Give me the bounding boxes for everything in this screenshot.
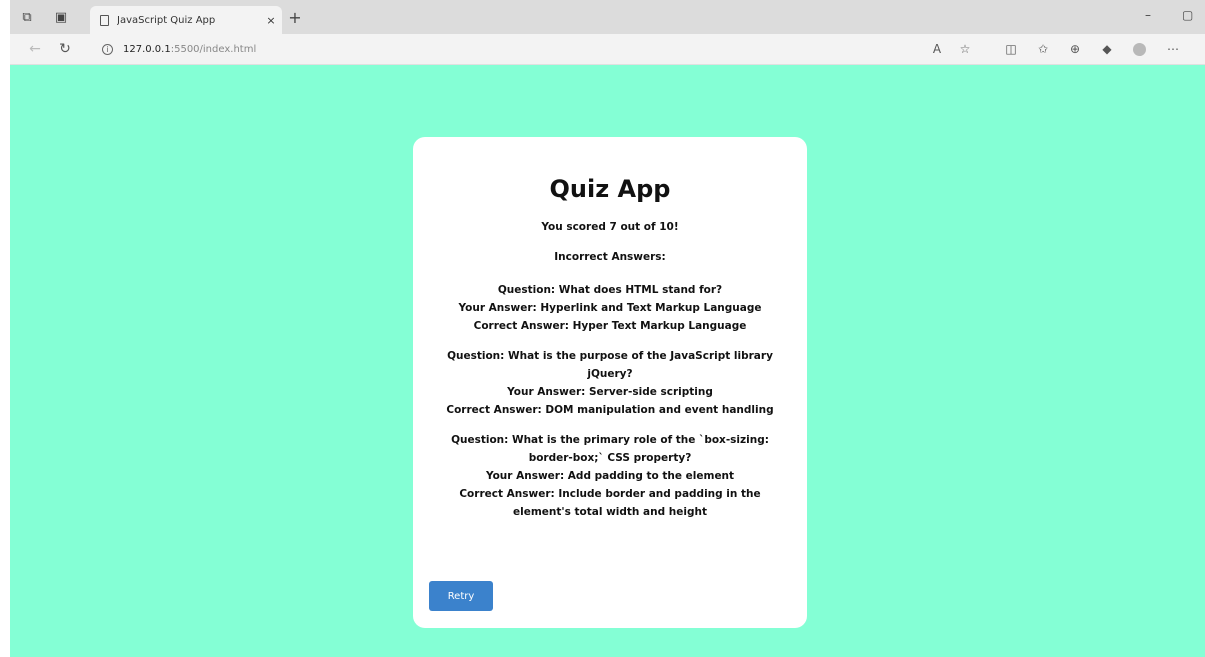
tab-bar: ⧉ ▣ JavaScript Quiz App × + – ▢ [10,0,1205,34]
incorrect-answer-item: Question: What does HTML stand for? Your… [429,281,791,335]
favorite-star-icon[interactable]: ☆ [956,40,974,58]
site-info-icon[interactable]: i [102,43,113,55]
address-bar: ← ↻ i 127.0.0.1:5500/index.html A ☆ ◫ ✩ … [10,34,1205,65]
page-icon [100,14,109,26]
correct-answer-text: Correct Answer: Hyper Text Markup Langua… [473,320,747,332]
your-answer-text: Your Answer: Hyperlink and Text Markup L… [458,302,762,314]
page-viewport: Quiz App You scored 7 out of 10! Incorre… [10,65,1205,657]
profile-avatar[interactable] [1130,40,1148,58]
extension-icon[interactable]: ◆ [1098,40,1116,58]
url-path: :5500/index.html [170,43,257,55]
tab-close-icon[interactable]: × [260,14,282,27]
question-text: Question: What is the primary role of th… [451,434,769,464]
refresh-icon[interactable]: ↻ [56,40,74,58]
correct-answer-text: Correct Answer: Include border and paddi… [459,488,761,518]
correct-answer-text: Correct Answer: DOM manipulation and eve… [446,404,774,416]
tab-quiz-app[interactable]: JavaScript Quiz App × [90,6,282,34]
favorites-icon[interactable]: ✩ [1034,40,1052,58]
your-answer-text: Your Answer: Server-side scripting [507,386,713,398]
retry-button[interactable]: Retry [429,581,493,611]
your-answer-text: Your Answer: Add padding to the element [485,470,735,482]
read-aloud-icon[interactable]: A [928,40,946,58]
question-text: Question: What is the purpose of the Jav… [447,350,773,380]
back-arrow-icon[interactable]: ← [26,40,44,58]
tab-actions-icon[interactable]: ▣ [52,8,70,26]
score-text: You scored 7 out of 10! [541,221,679,233]
incorrect-answer-item: Question: What is the primary role of th… [429,431,791,521]
quiz-card: Quiz App You scored 7 out of 10! Incorre… [413,137,807,628]
more-options-icon[interactable]: ⋯ [1164,40,1182,58]
url-host: 127.0.0.1 [123,43,171,55]
minimize-icon[interactable]: – [1145,8,1151,22]
question-text: Question: What does HTML stand for? [497,284,723,296]
restore-icon[interactable]: ▢ [1182,8,1193,22]
url-field[interactable]: i 127.0.0.1:5500/index.html [102,40,256,58]
page-title: Quiz App [549,175,671,203]
split-screen-icon[interactable]: ◫ [1002,40,1020,58]
incorrect-answer-item: Question: What is the purpose of the Jav… [429,347,791,419]
new-tab-button[interactable]: + [285,8,305,27]
browser-window: ⧉ ▣ JavaScript Quiz App × + – ▢ ← ↻ i 12… [10,0,1205,657]
tab-title: JavaScript Quiz App [117,14,216,26]
workspaces-icon[interactable]: ⧉ [18,8,36,26]
collections-icon[interactable]: ⊕ [1066,40,1084,58]
incorrect-answers-heading: Incorrect Answers: [554,251,666,263]
